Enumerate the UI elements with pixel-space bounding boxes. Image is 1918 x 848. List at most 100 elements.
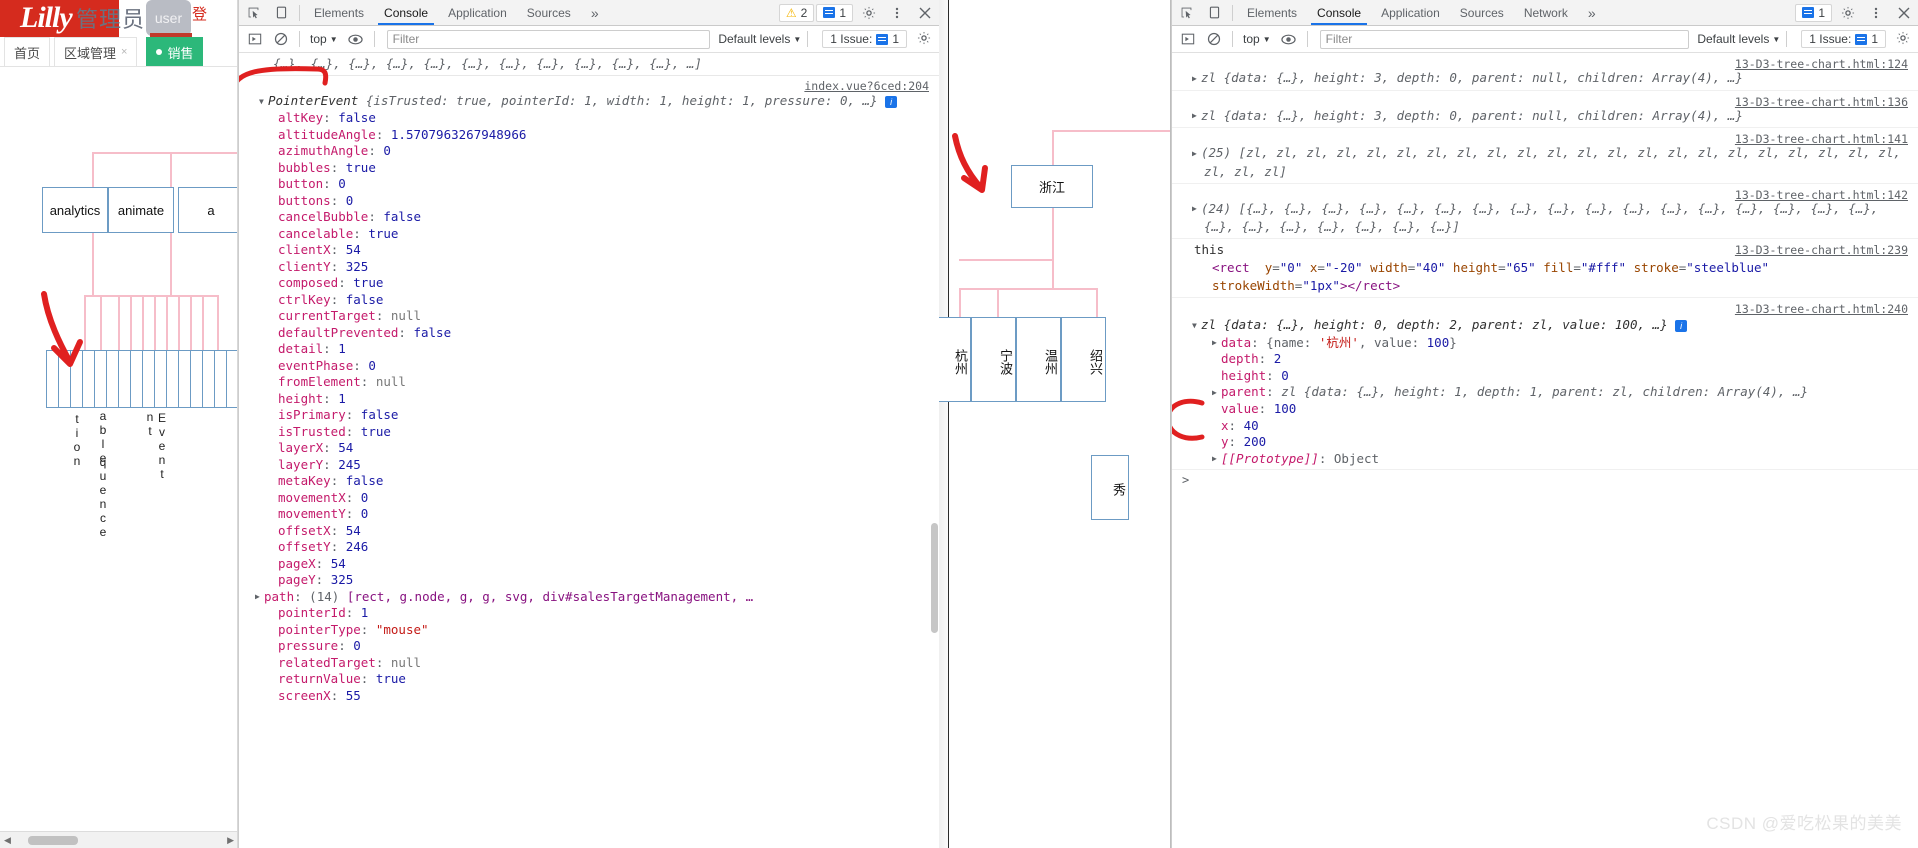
console-settings-icon[interactable] [1896,31,1910,48]
expand-triangle-icon[interactable]: ▶ [1192,145,1201,163]
device-toolbar-icon[interactable] [267,0,295,25]
tab-elements[interactable]: Elements [304,0,374,25]
expand-triangle-icon[interactable]: ▶ [1212,335,1221,352]
horizontal-scrollbar[interactable]: ◀ ▶ [0,831,237,848]
console-settings-icon[interactable] [917,31,931,48]
login-label[interactable]: 登 [192,3,207,24]
kebab-menu-icon[interactable] [1862,0,1890,25]
user-avatar[interactable]: user [146,0,191,36]
property-name: offsetY [278,539,331,554]
kebab-menu-icon[interactable] [883,0,911,25]
collapse-triangle-icon[interactable]: ▼ [1192,317,1201,335]
warning-badge[interactable]: ⚠ 2 [778,3,815,22]
console-prompt[interactable]: > [1172,470,1918,490]
clear-console-icon[interactable] [1202,28,1226,50]
log-row[interactable]: 13-D3-tree-chart.html:136 ▶ zl {data: {…},… [1172,91,1918,128]
source-link[interactable]: 13-D3-tree-chart.html:142 [1735,186,1908,204]
d3-node[interactable]: analytics [42,187,108,233]
expand-triangle-icon[interactable]: ▶ [1192,107,1201,125]
property-row-data[interactable]: ▶ data: {name: '杭州', value: 100} [1182,335,1910,352]
issues-bar-button[interactable]: 1 Issue: 1 [822,30,907,48]
app-tab-home[interactable]: 首页 [4,37,51,66]
scroll-right-icon[interactable]: ▶ [223,835,237,846]
tab-application[interactable]: Application [1371,0,1450,25]
inspect-element-icon[interactable] [239,0,267,25]
issues-badge[interactable]: 1 [816,3,853,22]
expand-triangle-icon[interactable]: ▶ [255,589,264,606]
expand-triangle-icon[interactable]: ▶ [1192,200,1201,218]
execution-context-select[interactable]: top ▼ [306,32,342,46]
live-expression-icon[interactable] [1277,28,1301,50]
execute-script-icon[interactable] [243,28,267,50]
log-row-expanded[interactable]: 13-D3-tree-chart.html:240 ▼ zl {data: {…}… [1172,298,1918,469]
tree-node-leaf[interactable]: 温州 [1016,317,1061,402]
d3-node[interactable]: animate [108,187,174,233]
app-tab-sales[interactable]: 销售 [146,37,204,66]
scrollbar-thumb[interactable] [28,835,78,845]
tree-node-detached[interactable]: 秀 [1091,455,1129,520]
console-scrollbar-thumb[interactable] [931,523,938,633]
d3-node[interactable]: a [178,187,237,233]
device-toolbar-icon[interactable] [1200,0,1228,25]
source-link[interactable]: 13-D3-tree-chart.html:239 [1735,241,1908,259]
property-row-parent[interactable]: ▶ parent: zl {data: {…}, height: 1, depth… [1182,384,1910,401]
property-row-prototype[interactable]: ▶ [[Prototype]]: Object [1182,451,1910,468]
scroll-left-icon[interactable]: ◀ [0,835,15,846]
log-row[interactable]: {…}, {…}, {…}, {…}, {…}, {…}, {…}, {…}, … [239,53,939,76]
close-icon[interactable] [911,0,939,25]
tab-console[interactable]: Console [1307,0,1371,25]
tab-console[interactable]: Console [374,0,438,25]
app-header: Lilly 管理员 user 登 [0,0,237,37]
expand-triangle-icon[interactable]: ▶ [1212,451,1221,468]
tab-application[interactable]: Application [438,0,517,25]
tab-sources[interactable]: Sources [1450,0,1514,25]
page-scrollbar[interactable] [939,0,949,848]
filter-input[interactable]: Filter [1319,29,1690,49]
gear-icon[interactable] [855,0,883,25]
info-icon[interactable]: i [885,95,898,108]
colon: : [323,341,339,356]
clear-console-icon[interactable] [269,28,293,50]
close-icon[interactable]: × [121,46,127,58]
log-row[interactable]: 13-D3-tree-chart.html:141 ▶ (25) [zl, zl, … [1172,128,1918,184]
right-console-log[interactable]: 13-D3-tree-chart.html:124 ▶ zl {data: {…},… [1172,53,1918,848]
more-tabs-button[interactable]: » [581,0,609,25]
info-icon[interactable]: i [1675,319,1688,332]
source-link[interactable]: 13-D3-tree-chart.html:141 [1735,130,1908,148]
live-expression-icon[interactable] [344,28,368,50]
issues-badge[interactable]: 1 [1795,3,1832,22]
more-tabs-button[interactable]: » [1578,0,1606,25]
source-link[interactable]: 13-D3-tree-chart.html:124 [1735,55,1908,73]
log-levels-select[interactable]: Default levels ▼ [1697,32,1780,46]
app-tab-region[interactable]: 区域管理 × [54,37,138,66]
gear-icon[interactable] [1834,0,1862,25]
expand-triangle-icon[interactable]: ▼ [259,93,268,110]
expand-triangle-icon[interactable]: ▶ [1192,70,1201,88]
close-icon[interactable] [1890,0,1918,25]
expand-triangle-icon[interactable]: ▶ [1212,385,1221,402]
tab-elements[interactable]: Elements [1237,0,1307,25]
source-link[interactable]: 13-D3-tree-chart.html:136 [1735,93,1908,111]
filter-input[interactable]: Filter [386,29,711,49]
log-levels-select[interactable]: Default levels ▼ [718,32,801,46]
execute-script-icon[interactable] [1176,28,1200,50]
left-console-log[interactable]: {…}, {…}, {…}, {…}, {…}, {…}, {…}, {…}, … [239,53,939,848]
tree-node-leaf[interactable]: 杭州 [939,317,971,402]
left-devtools-tabbar: Elements Console Application Sources » ⚠… [239,0,939,26]
execution-context-select[interactable]: top ▼ [1239,32,1275,46]
source-link[interactable]: index.vue?6ced:204 [804,79,929,93]
source-link[interactable]: 13-D3-tree-chart.html:240 [1735,300,1908,318]
issues-bar-button[interactable]: 1 Issue: 1 [1801,30,1886,48]
tree-node-root[interactable]: 浙江 [1011,165,1093,208]
log-row[interactable]: 13-D3-tree-chart.html:142 ▶ (24) [{…}, {…}… [1172,184,1918,239]
tab-network[interactable]: Network [1514,0,1578,25]
tab-sources[interactable]: Sources [517,0,581,25]
inspect-element-icon[interactable] [1172,0,1200,25]
log-row-this[interactable]: 13-D3-tree-chart.html:239 this <rect y="… [1172,239,1918,298]
tree-node-leaf[interactable]: 绍兴 [1061,317,1106,402]
log-row[interactable]: index.vue?6ced:204 ▼ PointerEvent {isTrus… [239,76,939,110]
log-row[interactable]: 13-D3-tree-chart.html:124 ▶ zl {data: {…},… [1172,53,1918,91]
property-row-path[interactable]: ▶ path: (14) [rect, g.node, g, g, svg, di… [239,589,939,606]
tree-node-leaf[interactable]: 宁波 [971,317,1016,402]
tab-label: Application [448,5,507,20]
